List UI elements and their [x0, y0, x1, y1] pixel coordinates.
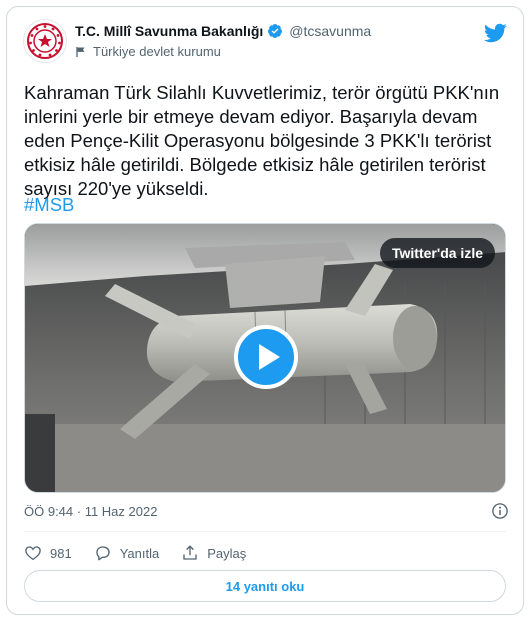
verified-badge-icon	[268, 24, 283, 38]
like-count: 981	[50, 545, 72, 561]
avatar[interactable]	[23, 19, 67, 63]
read-replies-button[interactable]: 14 yanıtı oku	[24, 570, 506, 602]
like-button[interactable]: 981	[24, 544, 72, 562]
flag-icon	[76, 46, 85, 57]
author-handle[interactable]: @tcsavunma	[289, 23, 371, 39]
account-label-text: Türkiye devlet kurumu	[93, 44, 221, 59]
reply-button[interactable]: Yanıtla	[94, 544, 160, 562]
video-player[interactable]: Twitter'da izle	[24, 223, 506, 493]
play-icon[interactable]	[234, 325, 298, 389]
share-icon	[183, 545, 197, 560]
info-icon[interactable]	[491, 502, 509, 520]
tweet-actions: 981 Yanıtla Paylaş	[24, 539, 246, 567]
hashtag-link[interactable]: #MSB	[24, 193, 74, 217]
twitter-bird-icon[interactable]	[483, 21, 507, 45]
author-name[interactable]: T.C. Millî Savunma Bakanlığı	[75, 23, 263, 39]
heart-icon	[25, 546, 41, 561]
ministry-emblem-icon	[27, 23, 63, 59]
divider	[24, 531, 506, 532]
share-button[interactable]: Paylaş	[181, 544, 246, 562]
reply-icon	[96, 546, 110, 561]
tweet-header: T.C. Millî Savunma Bakanlığı @tcsavunma …	[19, 17, 511, 67]
tweet-timestamp[interactable]: ÖÖ 9:44 · 11 Haz 2022	[24, 504, 157, 519]
reply-label: Yanıtla	[119, 545, 160, 561]
account-label: Türkiye devlet kurumu	[75, 44, 221, 59]
tweet-card: T.C. Millî Savunma Bakanlığı @tcsavunma …	[6, 6, 524, 615]
tweet-text: Kahraman Türk Silahlı Kuvvetlerimiz, ter…	[24, 82, 500, 199]
author-row: T.C. Millî Savunma Bakanlığı @tcsavunma	[75, 23, 371, 39]
watch-on-twitter-button[interactable]: Twitter'da izle	[380, 238, 495, 268]
share-label: Paylaş	[207, 545, 247, 561]
